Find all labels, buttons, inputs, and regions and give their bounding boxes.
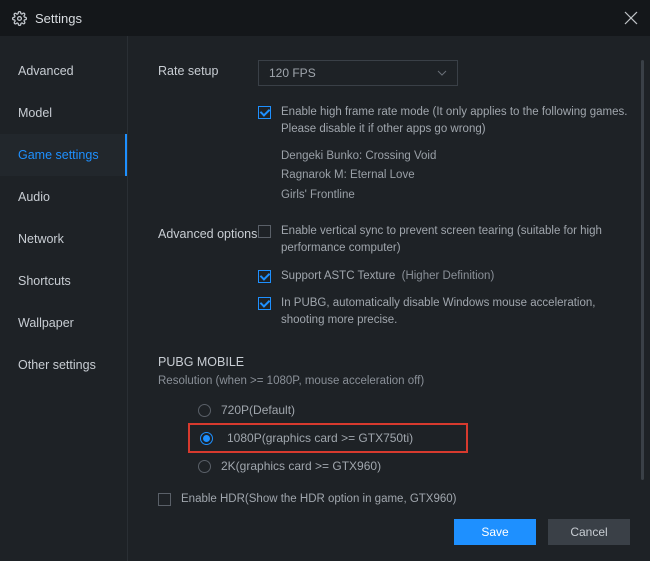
titlebar: Settings: [0, 0, 650, 36]
radio-icon: [198, 404, 211, 417]
resolution-label: 2K(graphics card >= GTX960): [221, 459, 381, 473]
game-list-item: Ragnarok M: Eternal Love: [281, 166, 628, 186]
sidebar-item-audio[interactable]: Audio: [0, 176, 127, 218]
scrollbar[interactable]: [641, 60, 644, 480]
save-button[interactable]: Save: [454, 519, 536, 545]
sidebar-item-wallpaper[interactable]: Wallpaper: [0, 302, 127, 344]
main-panel: Rate setup 120 FPS Enable high frame rat…: [128, 36, 650, 561]
resolution-option-1080p[interactable]: 1080P(graphics card >= GTX750ti): [188, 423, 468, 453]
window-title: Settings: [35, 11, 82, 26]
resolution-label: 720P(Default): [221, 403, 295, 417]
advanced-options-label: Advanced options: [158, 223, 258, 337]
sidebar-item-other-settings[interactable]: Other settings: [0, 344, 127, 386]
sidebar-item-shortcuts[interactable]: Shortcuts: [0, 260, 127, 302]
checkbox-astc[interactable]: [258, 270, 271, 283]
gear-icon: [12, 11, 27, 26]
checkbox-hdr[interactable]: [158, 493, 171, 506]
sidebar-item-model[interactable]: Model: [0, 92, 127, 134]
checkbox-pubg-mouse[interactable]: [258, 297, 271, 310]
sidebar-item-game-settings[interactable]: Game settings: [0, 134, 127, 176]
vsync-label: Enable vertical sync to prevent screen t…: [281, 223, 628, 258]
checkbox-high-frame[interactable]: [258, 106, 271, 119]
rate-setup-label: Rate setup: [158, 60, 258, 86]
radio-icon: [198, 460, 211, 473]
resolution-label: 1080P(graphics card >= GTX750ti): [227, 431, 413, 445]
hdr-label: Enable HDR(Show the HDR option in game, …: [181, 491, 457, 508]
rate-select-value: 120 FPS: [269, 66, 316, 80]
pubg-title: PUBG MOBILE: [158, 355, 628, 369]
resolution-caption: Resolution (when >= 1080P, mouse acceler…: [158, 375, 628, 387]
astc-label: Support ASTC Texture (Higher Definition): [281, 268, 494, 285]
resolution-option-2k[interactable]: 2K(graphics card >= GTX960): [158, 453, 628, 479]
chevron-down-icon: [437, 70, 447, 76]
sidebar-item-network[interactable]: Network: [0, 218, 127, 260]
pubg-mouse-label: In PUBG, automatically disable Windows m…: [281, 295, 628, 330]
resolution-option-720p[interactable]: 720P(Default): [158, 397, 628, 423]
cancel-button[interactable]: Cancel: [548, 519, 630, 545]
rate-select[interactable]: 120 FPS: [258, 60, 458, 86]
checkbox-vsync[interactable]: [258, 225, 271, 238]
radio-icon: [200, 432, 213, 445]
game-list-item: Dengeki Bunko: Crossing Void: [281, 147, 628, 167]
sidebar: Advanced Model Game settings Audio Netwo…: [0, 36, 128, 561]
sidebar-item-advanced[interactable]: Advanced: [0, 50, 127, 92]
game-list-item: Girls' Frontline: [281, 186, 628, 206]
close-icon[interactable]: [624, 11, 638, 25]
high-frame-label: Enable high frame rate mode (It only app…: [281, 104, 628, 139]
